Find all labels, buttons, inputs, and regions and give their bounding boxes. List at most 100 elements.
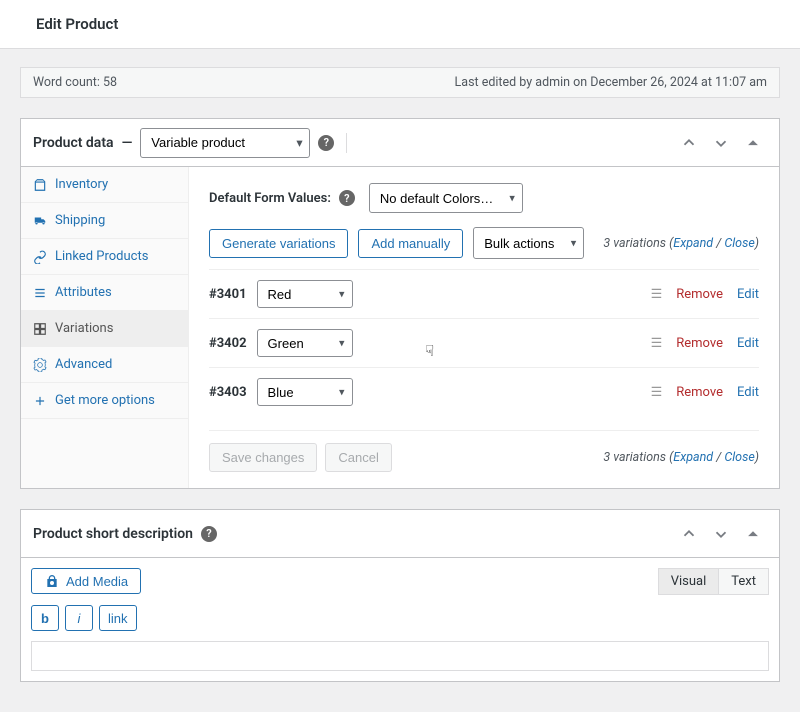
- move-up-button[interactable]: [675, 129, 703, 157]
- generate-variations-button[interactable]: Generate variations: [209, 229, 348, 258]
- variation-actions: ☰ Remove Edit: [651, 336, 759, 351]
- move-down-button[interactable]: [707, 520, 735, 548]
- product-data-body: Inventory Shipping Linked Products Attri…: [21, 167, 779, 488]
- page-header: Edit Product: [0, 0, 800, 49]
- help-icon[interactable]: ?: [201, 526, 217, 542]
- remove-link[interactable]: Remove: [676, 336, 723, 351]
- content-wrap: Word count: 58 Last edited by admin on D…: [0, 49, 800, 712]
- plus-icon: [33, 394, 47, 408]
- toggle-box-button[interactable]: [739, 520, 767, 548]
- page-title: Edit Product: [36, 15, 118, 33]
- default-form-values-label: Default Form Values:: [209, 191, 331, 206]
- variations-summary-footer: 3 variations (Expand / Close): [603, 450, 759, 465]
- variation-color-select[interactable]: Blue: [257, 378, 353, 406]
- drag-handle-icon[interactable]: ☰: [651, 385, 663, 400]
- tab-label: Attributes: [55, 285, 112, 300]
- remove-link[interactable]: Remove: [676, 385, 723, 400]
- tab-label: Inventory: [55, 177, 108, 192]
- product-data-tabs: Inventory Shipping Linked Products Attri…: [21, 167, 189, 488]
- sep: /: [713, 450, 724, 465]
- dash: —: [122, 135, 133, 151]
- sep: /: [713, 236, 724, 251]
- media-row: Add Media Visual Text: [31, 568, 769, 595]
- tab-linked[interactable]: Linked Products: [21, 239, 188, 275]
- product-type-select-wrap: Variable product: [140, 128, 310, 158]
- tab-advanced[interactable]: Advanced: [21, 347, 188, 383]
- short-description-textarea[interactable]: [31, 641, 769, 671]
- tab-inventory[interactable]: Inventory: [21, 167, 188, 203]
- add-manually-button[interactable]: Add manually: [358, 229, 463, 258]
- link-button[interactable]: link: [99, 605, 137, 631]
- advanced-icon: [33, 358, 47, 372]
- chevron-up-icon: [680, 525, 698, 543]
- last-edited: Last edited by admin on December 26, 202…: [455, 75, 767, 90]
- bulk-actions-wrap: Bulk actions: [473, 227, 584, 259]
- move-down-button[interactable]: [707, 129, 735, 157]
- short-description-heading: Product short description: [33, 526, 193, 542]
- expand-link[interactable]: Expand: [673, 236, 713, 251]
- drag-handle-icon[interactable]: ☰: [651, 287, 663, 302]
- tab-shipping[interactable]: Shipping: [21, 203, 188, 239]
- tab-label: Linked Products: [55, 249, 148, 264]
- shipping-icon: [33, 214, 47, 228]
- italic-button[interactable]: i: [65, 605, 93, 631]
- variations-summary: 3 variations (Expand / Close): [603, 236, 759, 251]
- toggle-box-button[interactable]: [739, 129, 767, 157]
- default-form-values-row: Default Form Values: ? No default Colors…: [209, 183, 759, 213]
- product-data-heading: Product data — Variable product: [33, 128, 310, 158]
- tab-label: Get more options: [55, 393, 155, 408]
- close-link[interactable]: Close: [724, 236, 754, 251]
- editor-status-bar: Word count: 58 Last edited by admin on D…: [20, 67, 780, 98]
- variation-color-select[interactable]: Green: [257, 329, 353, 357]
- tab-attributes[interactable]: Attributes: [21, 275, 188, 311]
- bold-button[interactable]: b: [31, 605, 59, 631]
- caret-up-icon: [746, 527, 760, 541]
- media-icon: [44, 573, 60, 589]
- variation-row: #3401 Red ☰ Remove Edit: [209, 269, 759, 318]
- variation-row: #3403 Blue ☰ Remove Edit: [209, 367, 759, 416]
- drag-handle-icon[interactable]: ☰: [651, 336, 663, 351]
- tab-get-more[interactable]: Get more options: [21, 383, 188, 419]
- expand-link[interactable]: Expand: [673, 450, 713, 465]
- variation-actions: ☰ Remove Edit: [651, 385, 759, 400]
- product-type-select[interactable]: Variable product: [140, 128, 310, 158]
- linked-icon: [33, 250, 47, 264]
- edit-link[interactable]: Edit: [737, 287, 759, 302]
- variation-color-wrap: Blue: [257, 378, 353, 406]
- add-media-button[interactable]: Add Media: [31, 568, 141, 594]
- caret-up-icon: [746, 136, 760, 150]
- edit-link[interactable]: Edit: [737, 385, 759, 400]
- add-media-label: Add Media: [66, 574, 128, 589]
- bulk-actions-select[interactable]: Bulk actions: [473, 227, 584, 259]
- close-link[interactable]: Close: [724, 450, 754, 465]
- tab-label: Advanced: [55, 357, 112, 372]
- inventory-icon: [33, 178, 47, 192]
- move-up-button[interactable]: [675, 520, 703, 548]
- tab-variations[interactable]: Variations: [21, 311, 188, 347]
- default-color-select[interactable]: No default Colors…: [369, 183, 523, 213]
- variations-panel: Default Form Values: ? No default Colors…: [189, 167, 779, 488]
- help-icon[interactable]: ?: [339, 190, 355, 206]
- variation-actions: ☰ Remove Edit: [651, 287, 759, 302]
- variations-toolbar: Generate variations Add manually Bulk ac…: [209, 227, 759, 259]
- quicktags-row: b i link: [31, 605, 769, 631]
- variation-color-wrap: Green: [257, 329, 353, 357]
- variations-icon: [33, 322, 47, 336]
- help-icon[interactable]: ?: [318, 135, 334, 151]
- cancel-button[interactable]: Cancel: [325, 443, 391, 472]
- short-description-body: Add Media Visual Text b i link: [21, 558, 779, 681]
- variation-id: #3402: [209, 336, 247, 351]
- variations-footer: Save changes Cancel 3 variations (Expand…: [209, 430, 759, 472]
- save-changes-button[interactable]: Save changes: [209, 443, 317, 472]
- summary-count: 3 variations: [603, 236, 666, 251]
- visual-tab[interactable]: Visual: [658, 568, 720, 595]
- variation-color-select[interactable]: Red: [257, 280, 353, 308]
- edit-link[interactable]: Edit: [737, 336, 759, 351]
- remove-link[interactable]: Remove: [676, 287, 723, 302]
- paren-close: ): [755, 236, 759, 251]
- short-description-header: Product short description ?: [21, 510, 779, 558]
- header-divider: [346, 133, 347, 153]
- variations-list: #3401 Red ☰ Remove Edit #3: [209, 269, 759, 416]
- text-tab[interactable]: Text: [719, 568, 769, 595]
- tab-label: Shipping: [55, 213, 105, 228]
